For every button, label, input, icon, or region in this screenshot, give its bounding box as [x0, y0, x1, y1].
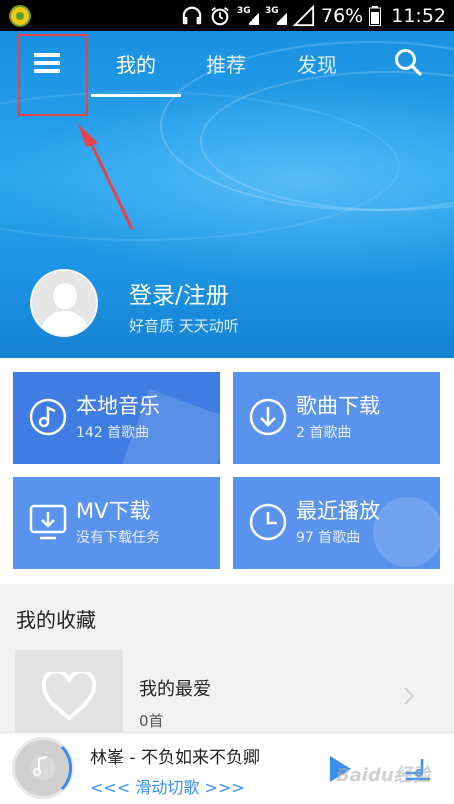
tab-discover[interactable]: 发现 — [297, 49, 337, 78]
alarm-icon — [211, 6, 229, 25]
tile-recent-play[interactable]: 最近播放 97 首歌曲 — [233, 477, 440, 569]
hamburger-menu-icon — [34, 53, 60, 73]
playlist-count: 0首 — [139, 712, 164, 730]
tile-title: MV下载 — [76, 499, 151, 523]
battery-icon — [369, 5, 382, 26]
section-heading: 我的收藏 — [16, 608, 96, 632]
swipe-hint: 滑动切歌 — [135, 778, 200, 797]
swipe-to-switch[interactable]: <<< 滑动切歌 >>> — [90, 774, 245, 798]
tile-title: 歌曲下载 — [296, 394, 380, 418]
music-note-icon — [29, 398, 67, 436]
playlist-cover[interactable] — [15, 650, 123, 732]
chevrons-left-icon: <<< — [90, 778, 131, 797]
tile-subtitle: 142 首歌曲 — [76, 425, 150, 441]
tile-title: 本地音乐 — [76, 394, 160, 418]
login-register-link[interactable]: 登录/注册 — [129, 276, 229, 310]
heart-icon — [41, 672, 97, 721]
mini-player: 林峯 - 不负如来不负卿 <<< 滑动切歌 >>> Baidu经验 — [0, 732, 454, 804]
quick-access-grid: 本地音乐 142 首歌曲 歌曲下载 2 首歌曲 MV下载 没有下载任务 最近播放… — [0, 358, 454, 584]
favorites-section: 我的收藏 我的最爱 0首 — [0, 584, 454, 732]
tile-subtitle: 没有下载任务 — [76, 530, 160, 546]
headphones-icon — [182, 6, 202, 24]
playlist-name[interactable]: 我的最爱 — [139, 675, 211, 701]
app-icon — [9, 5, 31, 27]
now-playing-title: 林峯 - 不负如来不负卿 — [90, 748, 260, 768]
tab-mine[interactable]: 我的 — [116, 49, 156, 78]
search-icon[interactable] — [393, 47, 423, 77]
chevron-right-icon[interactable] — [402, 686, 416, 706]
clock-icon — [249, 503, 287, 541]
tile-mv-download[interactable]: MV下载 没有下载任务 — [13, 477, 220, 569]
tile-title: 最近播放 — [296, 499, 380, 523]
status-bar: 3G 3G 76% 11:52 — [0, 0, 454, 31]
tile-local-music[interactable]: 本地音乐 142 首歌曲 — [13, 372, 220, 464]
tile-subtitle: 97 首歌曲 — [296, 530, 361, 546]
tile-subtitle: 2 首歌曲 — [296, 425, 352, 441]
profile-subtitle: 好音质 天天动听 — [129, 317, 239, 335]
avatar[interactable] — [30, 269, 98, 337]
menu-button[interactable] — [18, 34, 88, 116]
active-tab-indicator — [91, 94, 181, 97]
network-3g-indicator: 3G — [237, 5, 259, 27]
network-3g-indicator-2: 3G — [265, 5, 287, 27]
tile-song-download[interactable]: 歌曲下载 2 首歌曲 — [233, 372, 440, 464]
mv-download-icon — [29, 504, 67, 540]
progress-ring — [33, 745, 73, 791]
signal-icon — [293, 4, 315, 26]
download-icon — [249, 398, 287, 436]
clock-time: 11:52 — [391, 4, 446, 27]
play-icon[interactable] — [328, 755, 352, 783]
header-banner: 我的 推荐 发现 登录/注册 好音质 天天动听 — [0, 31, 454, 358]
tab-recommend[interactable]: 推荐 — [206, 49, 246, 78]
battery-percentage: 76% — [321, 4, 364, 27]
playlist-icon[interactable] — [404, 755, 432, 783]
chevrons-right-icon: >>> — [204, 778, 245, 797]
